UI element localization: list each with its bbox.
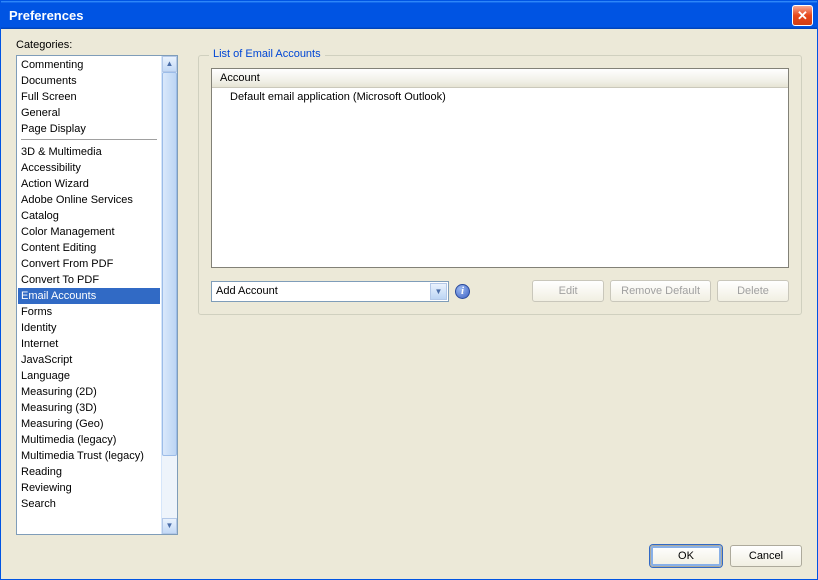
category-item[interactable]: Catalog <box>18 208 160 224</box>
titlebar: Preferences ✕ <box>1 1 817 29</box>
preferences-window: Preferences ✕ Categories: CommentingDocu… <box>0 0 818 580</box>
upper-area: Categories: CommentingDocumentsFull Scre… <box>16 39 802 535</box>
scroll-thumb[interactable] <box>162 72 177 456</box>
category-item[interactable]: Documents <box>18 73 160 89</box>
dropdown-selected: Add Account <box>216 285 278 297</box>
close-icon: ✕ <box>797 9 808 22</box>
chevron-down-icon: ▼ <box>166 522 174 530</box>
scroll-up-button[interactable]: ▲ <box>162 56 177 72</box>
client-area: Categories: CommentingDocumentsFull Scre… <box>1 29 817 579</box>
category-separator <box>21 139 157 140</box>
category-item[interactable]: Search <box>18 496 160 512</box>
category-item[interactable]: Reading <box>18 464 160 480</box>
categories-column: Categories: CommentingDocumentsFull Scre… <box>16 39 178 535</box>
accounts-column-header[interactable]: Account <box>212 69 788 88</box>
categories-scrollbar[interactable]: ▲ ▼ <box>161 56 177 534</box>
scroll-track[interactable] <box>162 72 177 518</box>
category-item[interactable]: Identity <box>18 320 160 336</box>
category-item[interactable]: Adobe Online Services <box>18 192 160 208</box>
categories-listbox[interactable]: CommentingDocumentsFull ScreenGeneralPag… <box>16 55 178 535</box>
category-item[interactable]: Email Accounts <box>18 288 160 304</box>
accounts-table[interactable]: Account Default email application (Micro… <box>211 68 789 268</box>
account-row[interactable]: Default email application (Microsoft Out… <box>212 90 788 104</box>
category-item[interactable]: Color Management <box>18 224 160 240</box>
dropdown-button[interactable]: ▼ <box>430 283 447 300</box>
categories-items: CommentingDocumentsFull ScreenGeneralPag… <box>17 56 161 534</box>
add-account-dropdown[interactable]: Add Account ▼ <box>211 281 449 302</box>
controls-row: Add Account ▼ i Edit Remove Default Dele… <box>211 280 789 302</box>
category-item[interactable]: JavaScript <box>18 352 160 368</box>
ok-button[interactable]: OK <box>650 545 722 567</box>
category-item[interactable]: Measuring (Geo) <box>18 416 160 432</box>
window-title: Preferences <box>9 8 83 23</box>
category-item[interactable]: Convert To PDF <box>18 272 160 288</box>
dialog-footer: OK Cancel <box>16 535 802 567</box>
category-item[interactable]: Accessibility <box>18 160 160 176</box>
category-item[interactable]: Action Wizard <box>18 176 160 192</box>
category-item[interactable]: Language <box>18 368 160 384</box>
category-item[interactable]: General <box>18 105 160 121</box>
remove-default-button: Remove Default <box>610 280 711 302</box>
category-item[interactable]: Forms <box>18 304 160 320</box>
category-item[interactable]: Commenting <box>18 57 160 73</box>
category-item[interactable]: Measuring (2D) <box>18 384 160 400</box>
cancel-button[interactable]: Cancel <box>730 545 802 567</box>
scroll-down-button[interactable]: ▼ <box>162 518 177 534</box>
category-item[interactable]: Reviewing <box>18 480 160 496</box>
chevron-down-icon: ▼ <box>435 287 443 296</box>
accounts-body: Default email application (Microsoft Out… <box>212 88 788 267</box>
group-title: List of Email Accounts <box>209 48 325 60</box>
info-icon[interactable]: i <box>455 284 470 299</box>
category-item[interactable]: Multimedia Trust (legacy) <box>18 448 160 464</box>
category-item[interactable]: Measuring (3D) <box>18 400 160 416</box>
category-item[interactable]: Multimedia (legacy) <box>18 432 160 448</box>
category-item[interactable]: Internet <box>18 336 160 352</box>
category-item[interactable]: Convert From PDF <box>18 256 160 272</box>
category-item[interactable]: Content Editing <box>18 240 160 256</box>
category-item[interactable]: Full Screen <box>18 89 160 105</box>
delete-button: Delete <box>717 280 789 302</box>
chevron-up-icon: ▲ <box>166 60 174 68</box>
category-item[interactable]: 3D & Multimedia <box>18 144 160 160</box>
email-accounts-group: List of Email Accounts Account Default e… <box>198 55 802 315</box>
settings-panel: List of Email Accounts Account Default e… <box>198 39 802 535</box>
close-button[interactable]: ✕ <box>792 5 813 26</box>
edit-button: Edit <box>532 280 604 302</box>
categories-label: Categories: <box>16 39 178 51</box>
category-item[interactable]: Page Display <box>18 121 160 137</box>
